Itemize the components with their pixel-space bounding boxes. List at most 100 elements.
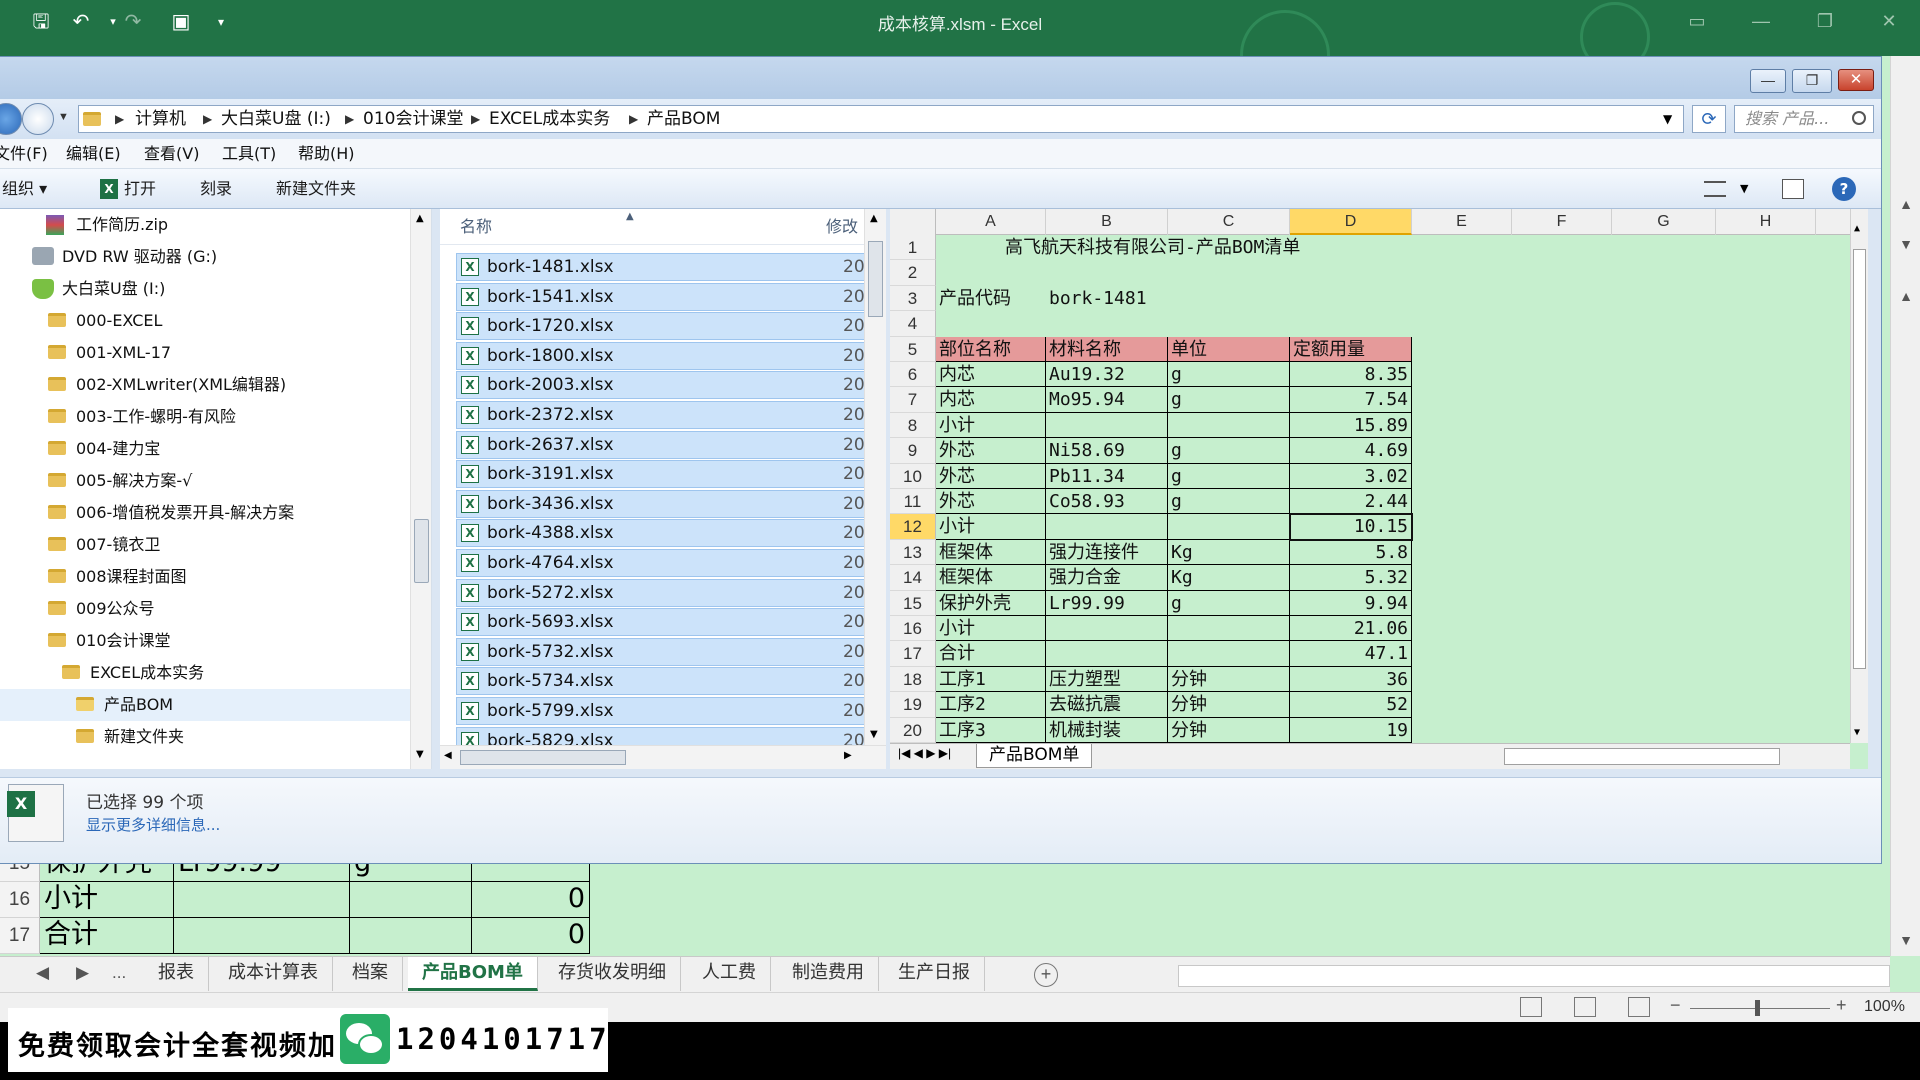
file-list-scrollbar[interactable]: ▲ ▼ (864, 209, 886, 745)
file-row[interactable]: Xbork-1800.xlsx 201 (456, 341, 875, 370)
table-cell[interactable]: 强力连接件 (1046, 539, 1168, 566)
row-header[interactable]: 14 (890, 565, 936, 591)
cell[interactable]: Lr99.99 (174, 864, 350, 882)
row-header[interactable]: 1 (890, 235, 936, 261)
select-all-corner[interactable] (890, 209, 936, 235)
table-cell[interactable]: 36 (1290, 666, 1412, 693)
scroll-down-icon[interactable]: ▼ (1854, 727, 1860, 738)
file-row[interactable]: Xbork-1481.xlsx 201 (456, 253, 875, 281)
table-cell[interactable]: Co58.93 (1046, 489, 1168, 515)
tree-item[interactable]: 002-XMLwriter(XML编辑器) (0, 369, 410, 401)
row-header[interactable]: 11 (890, 489, 936, 515)
scrollbar-thumb[interactable] (460, 750, 626, 765)
row-header[interactable]: 7 (890, 387, 936, 413)
scroll-down-icon[interactable]: ▼ (1896, 932, 1916, 952)
file-row[interactable]: Xbork-3436.xlsx 201 (456, 489, 875, 518)
preview-sheet-tab[interactable]: 产品BOM单 (976, 744, 1093, 768)
tree-item[interactable]: 工作简历.zip (0, 209, 410, 241)
cell[interactable]: 小计 (40, 882, 174, 918)
column-header[interactable]: A (936, 209, 1046, 235)
maximize-icon[interactable]: ❐ (1792, 69, 1832, 93)
cell[interactable] (174, 918, 350, 954)
zoom-in-icon[interactable]: + (1836, 995, 1847, 1016)
table-cell[interactable]: 外芯 (936, 438, 1046, 464)
table-cell[interactable]: 9.94 (1290, 590, 1412, 616)
table-cell[interactable]: 分钟 (1168, 717, 1290, 743)
tab-archive[interactable]: 档案 (338, 957, 403, 991)
more-sheets-button[interactable]: ... (112, 963, 126, 983)
table-cell[interactable] (1168, 641, 1290, 667)
file-row[interactable]: Xbork-3191.xlsx 201 (456, 460, 875, 489)
open-button[interactable]: 打开 (124, 169, 156, 209)
normal-view-icon[interactable] (1520, 997, 1542, 1017)
menu-edit[interactable]: 编辑(E) (66, 139, 121, 169)
row-header[interactable]: 15 (890, 590, 936, 616)
table-cell[interactable]: g (1168, 362, 1290, 388)
row-header[interactable]: 12 (890, 514, 936, 540)
table-cell[interactable] (1046, 514, 1168, 540)
scroll-up-icon[interactable]: ▲ (1896, 196, 1916, 216)
menu-tools[interactable]: 工具(T) (222, 139, 276, 169)
table-cell[interactable]: 框架体 (936, 565, 1046, 591)
file-row[interactable]: Xbork-2372.xlsx 201 (456, 401, 875, 429)
tab-labor-cost[interactable]: 人工费 (688, 957, 771, 991)
file-row[interactable]: Xbork-5272.xlsx 201 (456, 578, 875, 607)
change-view-icon[interactable] (1704, 181, 1726, 197)
table-cell[interactable]: 7.54 (1290, 387, 1412, 413)
file-row[interactable]: Xbork-1541.xlsx 201 (456, 282, 875, 311)
scroll-left-icon[interactable]: ◀ (444, 750, 452, 761)
tree-item[interactable]: 010会计课堂 (0, 625, 410, 657)
column-header[interactable]: E (1412, 209, 1512, 235)
table-cell[interactable]: 压力塑型 (1046, 666, 1168, 693)
column-modified[interactable]: 修改 (826, 209, 858, 245)
row-header[interactable]: 8 (890, 412, 936, 439)
breadcrumb-product-bom[interactable]: 产品BOM (647, 106, 720, 132)
row-header[interactable]: 3 (890, 285, 936, 312)
breadcrumb-separator-icon[interactable]: ▶ (203, 106, 212, 132)
breadcrumb-separator-icon[interactable]: ▶ (471, 106, 480, 132)
cell[interactable]: 0 (472, 882, 590, 918)
breadcrumb-computer[interactable]: 计算机 (135, 106, 186, 132)
cell[interactable]: g (350, 864, 472, 882)
row-header[interactable]: 20 (890, 717, 936, 743)
page-break-icon[interactable] (1628, 997, 1650, 1017)
breadcrumb-separator-icon[interactable]: ▶ (345, 106, 354, 132)
tree-item[interactable]: 003-工作-螺明-有风险 (0, 401, 410, 433)
refresh-icon[interactable]: ⟳ (1692, 105, 1726, 133)
scroll-up-icon[interactable]: ▲ (1896, 288, 1916, 308)
table-cell[interactable]: 分钟 (1168, 666, 1290, 693)
table-header-cell[interactable]: 定额用量 (1290, 336, 1412, 362)
file-row[interactable]: Xbork-5732.xlsx 201 (456, 637, 875, 666)
scroll-down-icon[interactable]: ▼ (870, 729, 878, 740)
cell[interactable]: 合计 (40, 918, 174, 954)
row-header[interactable]: 13 (890, 539, 936, 566)
back-icon[interactable] (0, 103, 22, 135)
row-header[interactable]: 4 (890, 311, 936, 337)
cell[interactable] (472, 864, 590, 882)
tree-item[interactable]: EXCEL成本实务 (0, 657, 410, 689)
column-header[interactable]: F (1512, 209, 1612, 235)
zoom-slider[interactable] (1690, 1008, 1830, 1009)
search-icon[interactable] (1852, 111, 1866, 125)
table-cell[interactable] (1168, 616, 1290, 642)
table-cell[interactable]: 分钟 (1168, 692, 1290, 718)
file-row[interactable]: Xbork-4388.xlsx 201 (456, 519, 875, 548)
scroll-up-icon[interactable]: ▲ (416, 213, 424, 224)
table-cell[interactable]: g (1168, 489, 1290, 515)
tree-item[interactable]: 大白菜U盘 (I:) (0, 273, 410, 305)
row-header[interactable]: 2 (890, 260, 936, 286)
row-header[interactable]: 17 (890, 641, 936, 667)
row-header[interactable]: 16 (890, 616, 936, 642)
scroll-up-icon[interactable]: ▲ (870, 213, 878, 224)
table-cell[interactable]: 工序2 (936, 692, 1046, 718)
table-cell[interactable]: g (1168, 387, 1290, 413)
table-cell[interactable]: 保护外壳 (936, 590, 1046, 616)
table-cell[interactable]: 5.32 (1290, 565, 1412, 591)
table-cell[interactable]: 合计 (936, 641, 1046, 667)
close-icon[interactable]: ✕ (1838, 69, 1874, 91)
breadcrumb-separator-icon[interactable]: ▶ (115, 106, 124, 132)
file-row[interactable]: Xbork-5799.xlsx 201 (456, 697, 875, 725)
first-sheet-icon[interactable]: |◀ ◀ ▶ ▶| (898, 746, 951, 760)
file-row[interactable]: Xbork-5734.xlsx 201 (456, 667, 875, 696)
cell[interactable] (350, 918, 472, 954)
